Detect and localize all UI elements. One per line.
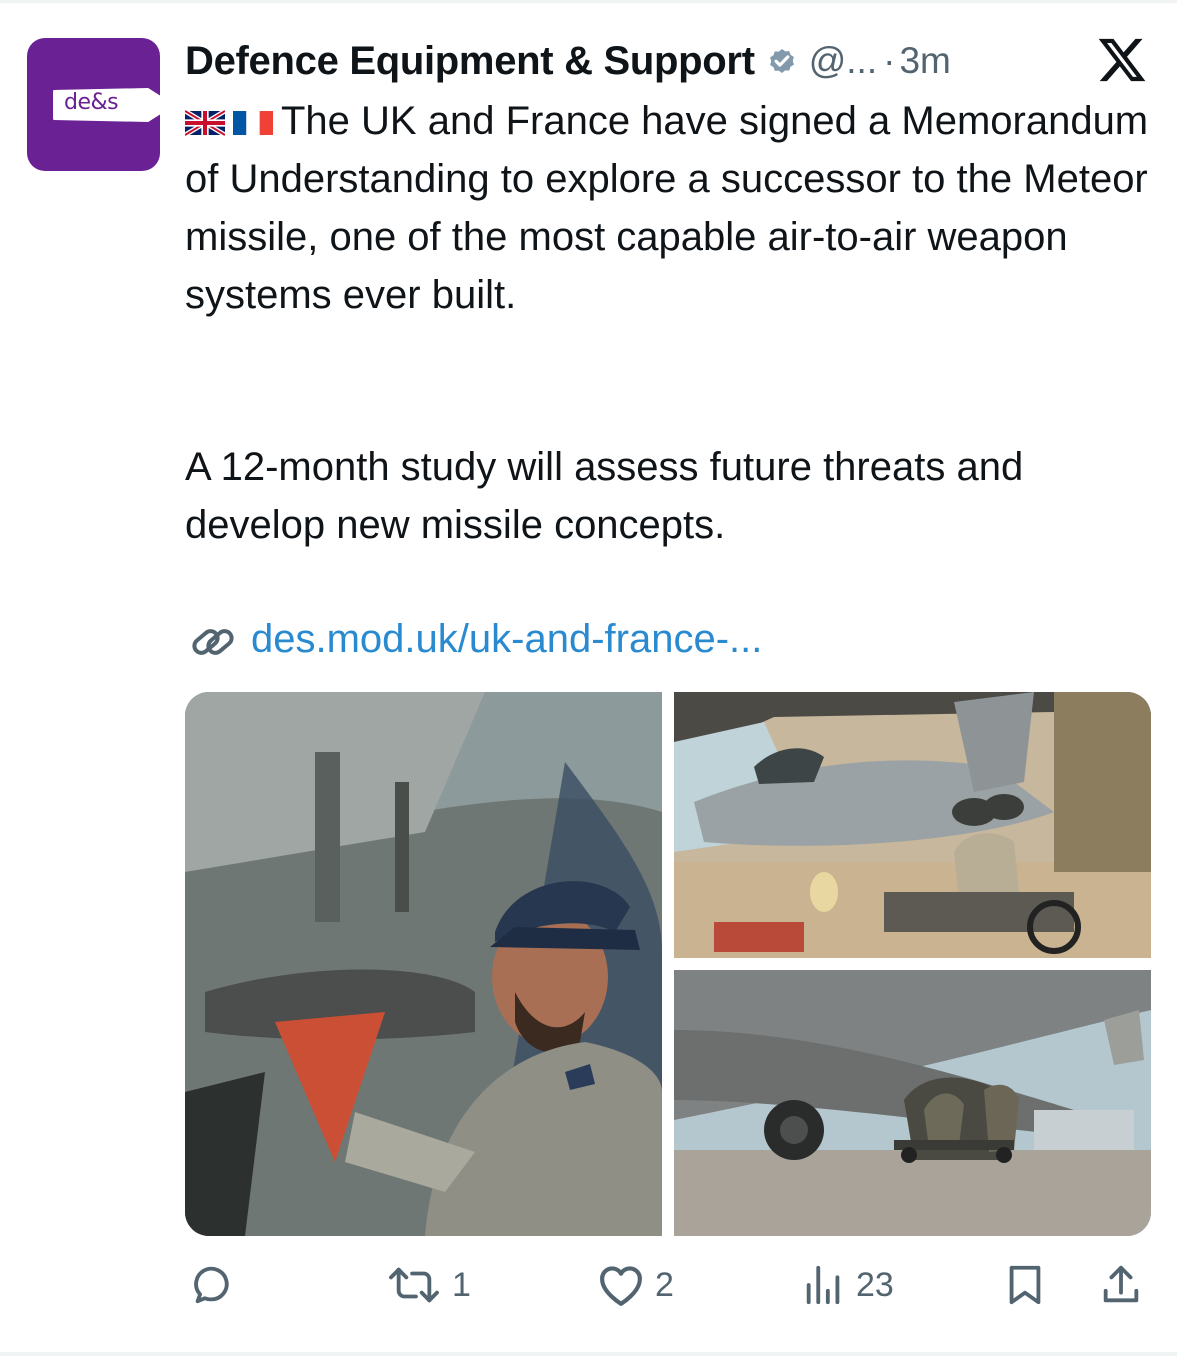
verified-icon xyxy=(769,48,794,74)
photo-technician-missile-art xyxy=(185,692,662,1236)
reply-icon xyxy=(194,1266,229,1304)
tweet-text: The UK and France have signed a Memorand… xyxy=(185,92,1165,324)
views-icon xyxy=(806,1265,840,1305)
like-count: 2 xyxy=(655,1265,674,1304)
bottom-divider xyxy=(0,1352,1177,1356)
logo-text: de&s xyxy=(64,90,119,115)
share-button[interactable] xyxy=(1098,1255,1144,1315)
tweet-text-paragraph-2: A 12-month study will assess future thre… xyxy=(185,445,1024,547)
separator-dot: · xyxy=(883,40,896,81)
avatar[interactable]: de&s xyxy=(27,38,160,171)
handle[interactable]: @... xyxy=(809,40,877,82)
retweet-button[interactable]: 1 xyxy=(384,1255,471,1315)
media-grid xyxy=(185,692,1151,1236)
photo-typhoon-hangar[interactable] xyxy=(674,692,1151,958)
timestamp[interactable]: 3m xyxy=(899,40,950,82)
retweet-icon xyxy=(389,1267,439,1303)
tweet-link[interactable]: des.mod.uk/uk-and-france-... xyxy=(185,610,762,669)
link-icon xyxy=(192,629,234,656)
x-logo-icon[interactable] xyxy=(1096,34,1148,86)
top-divider xyxy=(0,0,1177,3)
share-icon xyxy=(1103,1265,1139,1303)
uk-flag xyxy=(185,110,225,137)
tweet-header: Defence Equipment & Support @... · 3m xyxy=(185,36,951,86)
photo-technician-missile[interactable] xyxy=(185,692,662,1236)
views-button[interactable]: 23 xyxy=(800,1255,894,1315)
bookmark-icon xyxy=(1009,1265,1041,1305)
link-url[interactable]: des.mod.uk/uk-and-france-... xyxy=(251,617,762,661)
france-flag xyxy=(233,111,273,136)
retweet-count: 1 xyxy=(452,1265,471,1304)
tweet-text-paragraph-1: The UK and France have signed a Memorand… xyxy=(185,99,1149,317)
views-count: 23 xyxy=(856,1265,894,1304)
bookmark-button[interactable] xyxy=(1002,1255,1048,1315)
photo-typhoon-underwing[interactable] xyxy=(674,970,1151,1236)
reply-button[interactable] xyxy=(188,1255,242,1315)
like-icon xyxy=(600,1266,642,1306)
photo-typhoon-hangar-art xyxy=(674,692,1151,958)
like-button[interactable]: 2 xyxy=(595,1255,674,1315)
photo-typhoon-underwing-art xyxy=(674,970,1151,1236)
display-name[interactable]: Defence Equipment & Support xyxy=(185,39,755,84)
tweet-actions: 1 2 23 xyxy=(0,1255,1177,1315)
